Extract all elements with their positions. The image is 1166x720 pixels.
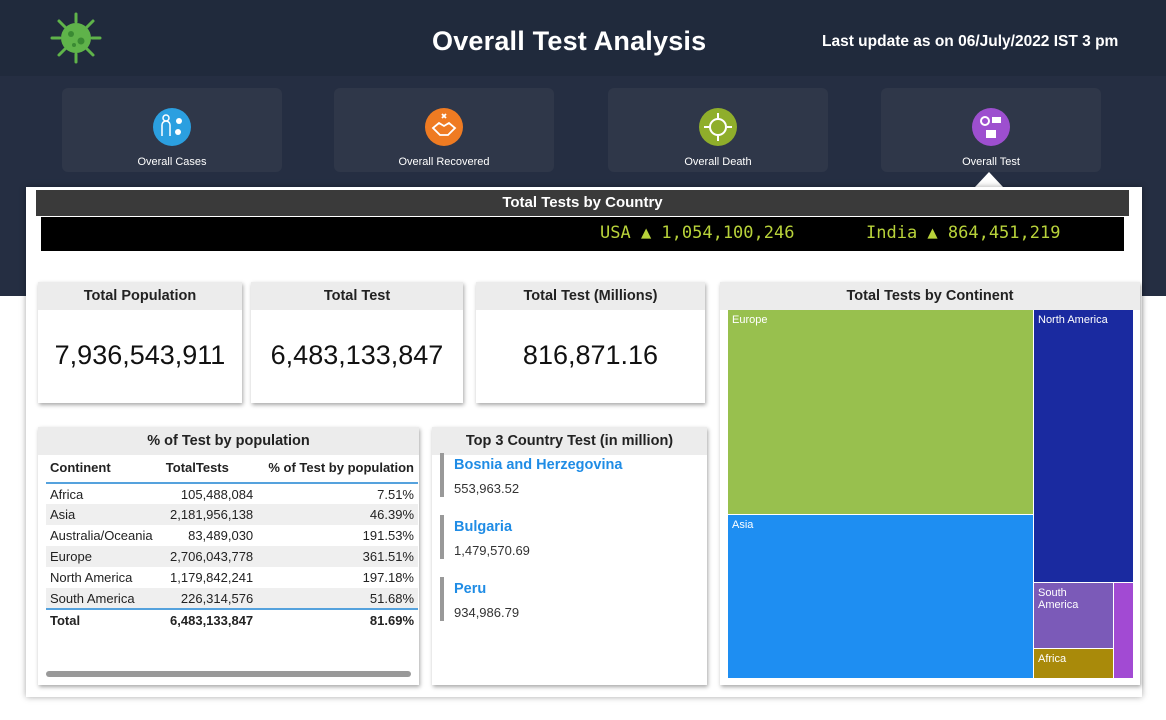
cell: 1,179,842,241 xyxy=(170,570,254,585)
last-update-text: Last update as on 06/July/2022 IST 3 pm xyxy=(822,33,1119,50)
cell: 2,181,956,138 xyxy=(161,504,258,525)
item-accent-bar xyxy=(440,453,444,497)
treemap-cell-asia[interactable]: Asia xyxy=(728,515,1033,678)
cell: 51.68% xyxy=(257,588,418,609)
kpi-card-total-test: Total Test 6,483,133,847 xyxy=(251,282,463,403)
country-value: 934,986.79 xyxy=(454,605,520,620)
table-row: Asia 2,181,956,138 46.39% xyxy=(46,504,418,525)
ticker-item: India ▲ 864,451,219 xyxy=(866,223,1061,243)
cell: Europe xyxy=(46,546,162,567)
cell: Asia xyxy=(46,504,162,525)
cell: 7.51% xyxy=(377,486,414,502)
nav-label: Overall Recovered xyxy=(398,156,490,168)
cell: 83,489,030 xyxy=(188,528,254,543)
treemap-cell-australia-oceania[interactable] xyxy=(1114,583,1133,678)
active-tab-pointer xyxy=(975,172,1003,187)
column-header[interactable]: Continent xyxy=(46,453,162,484)
nav-overall-cases[interactable]: Overall Cases xyxy=(62,88,282,172)
table-row: North America 1,179,842,241 197.18% xyxy=(46,567,418,588)
table-header-row: Continent TotalTests % of Test by popula… xyxy=(46,453,418,484)
nav-overall-test[interactable]: Overall Test xyxy=(881,88,1101,172)
virus-icon xyxy=(50,12,102,64)
nav-overall-death[interactable]: Overall Death xyxy=(608,88,828,172)
cell: 197.18% xyxy=(362,570,414,585)
treemap-title: Total Tests by Continent xyxy=(720,282,1140,310)
treemap-cell-north-america[interactable]: North America xyxy=(1034,310,1133,582)
table-row: South America 226,314,576 51.68% xyxy=(46,588,418,609)
kpi-card-total-population: Total Population 7,936,543,911 xyxy=(38,282,242,403)
cell: 226,314,576 xyxy=(161,588,258,609)
treemap-cell-europe[interactable]: Europe xyxy=(728,310,1033,514)
cell: Africa xyxy=(50,486,84,502)
dashboard: Overall Test Analysis Last update as on … xyxy=(0,0,1166,720)
kpi-card-total-test-millions: Total Test (Millions) 816,871.16 xyxy=(476,282,705,403)
top3-country-card: Top 3 Country Test (in million) Bosnia a… xyxy=(432,427,707,685)
ticker-item: USA ▲ 1,054,100,246 xyxy=(600,223,795,243)
kpi-value: 6,483,133,847 xyxy=(270,340,444,370)
table-row: Australia/Oceania 83,489,030 191.53% xyxy=(46,525,418,546)
kpi-value: 816,871.16 xyxy=(522,340,659,370)
column-header[interactable]: % of Test by population xyxy=(257,453,418,484)
kpi-title: Total Population xyxy=(38,282,242,310)
horizontal-scrollbar[interactable] xyxy=(46,671,411,677)
nav-label: Overall Death xyxy=(684,156,752,168)
treemap-card: Total Tests by Continent Europe North Am… xyxy=(720,282,1140,685)
cell: 81.69% xyxy=(257,608,418,630)
nav-label: Overall Cases xyxy=(137,156,207,168)
cell: Total xyxy=(46,608,162,630)
handshake-icon xyxy=(425,108,463,146)
cell: 361.51% xyxy=(257,546,418,567)
cell: 191.53% xyxy=(362,528,414,543)
country-name: Bulgaria xyxy=(454,519,513,535)
table-row: Africa 105,488,084 7.51% xyxy=(46,483,418,504)
country-name: Peru xyxy=(454,581,487,597)
cell: 46.39% xyxy=(257,504,418,525)
virus-icon xyxy=(699,108,737,146)
cell: Australia/Oceania xyxy=(50,528,153,543)
card-title: Top 3 Country Test (in million) xyxy=(432,427,707,455)
kpi-title: Total Test xyxy=(251,282,463,310)
people-icon xyxy=(153,108,191,146)
pct-by-population-table-card: % of Test by population Continent TotalT… xyxy=(38,427,419,685)
table-title: % of Test by population xyxy=(38,427,419,455)
country-value: 1,479,570.69 xyxy=(454,543,530,558)
table-total-row: Total 6,483,133,847 81.69% xyxy=(46,608,418,630)
cell: South America xyxy=(46,588,162,609)
kpi-value: 7,936,543,911 xyxy=(54,340,226,370)
country-ticker: USA ▲ 1,054,100,246 India ▲ 864,451,219 xyxy=(41,217,1124,251)
item-accent-bar xyxy=(440,515,444,559)
kpi-title: Total Test (Millions) xyxy=(476,282,705,310)
test-icon xyxy=(972,108,1010,146)
treemap-cell-africa[interactable]: Africa xyxy=(1034,649,1113,678)
page-title: Overall Test Analysis xyxy=(432,26,707,56)
pct-table: Continent TotalTests % of Test by popula… xyxy=(46,453,418,630)
nav-overall-recovered[interactable]: Overall Recovered xyxy=(334,88,554,172)
country-name: Bosnia and Herzegovina xyxy=(454,457,623,473)
country-value: 553,963.52 xyxy=(454,481,520,496)
treemap-cell-south-america[interactable]: South America xyxy=(1034,583,1113,648)
table-row: Europe 2,706,043,778 361.51% xyxy=(46,546,418,567)
cell: 2,706,043,778 xyxy=(161,546,258,567)
column-header[interactable]: TotalTests xyxy=(161,453,258,484)
item-accent-bar xyxy=(440,577,444,621)
ticker-title: Total Tests by Country xyxy=(36,190,1129,216)
cell: North America xyxy=(50,570,133,585)
cell: 6,483,133,847 xyxy=(161,608,258,630)
cell: 105,488,084 xyxy=(180,486,254,502)
nav-label: Overall Test xyxy=(962,156,1020,168)
